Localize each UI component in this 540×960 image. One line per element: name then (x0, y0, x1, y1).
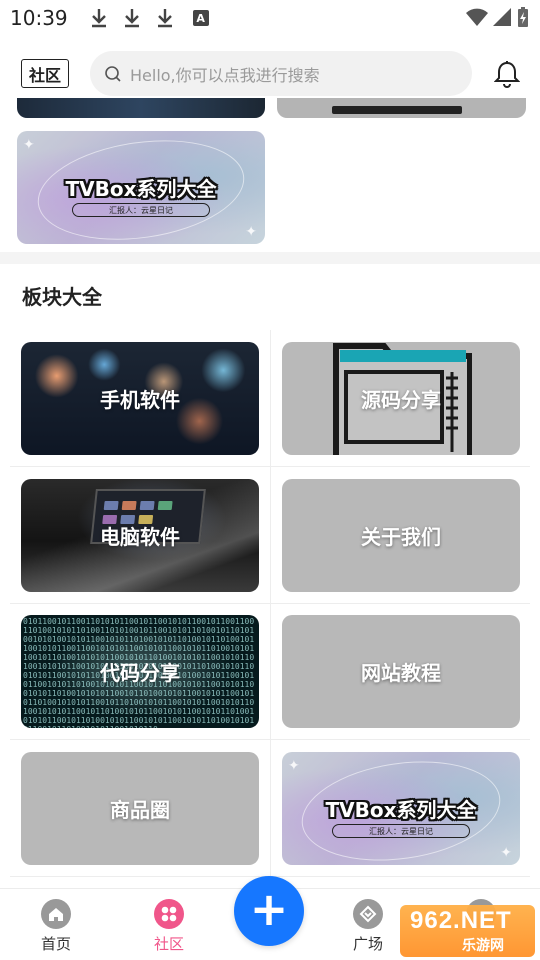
watermark-bottom: 乐游网 (462, 938, 504, 954)
nav-home-label: 首页 (40, 935, 71, 953)
square-icon (353, 899, 383, 929)
board-source-code[interactable]: 源码分享 (282, 342, 520, 455)
search-placeholder: Hello,你可以点我进行搜索 (130, 65, 320, 85)
download-icon (123, 8, 141, 28)
banner-card-partial[interactable] (17, 98, 265, 118)
boards-grid: 手机软件 源码分享 电脑软件 关于我们 01011001011001101010… (0, 330, 540, 880)
banner-title: TVBox系列大全 (65, 177, 217, 201)
battery-icon (518, 7, 528, 27)
wifi-icon (466, 8, 488, 26)
section-divider (0, 252, 540, 264)
tvbox-banner-card[interactable]: ✦ ✦ TVBox系列大全 汇报人：云星日记 (17, 131, 265, 244)
board-about-us[interactable]: 关于我们 (282, 479, 520, 592)
board-label: 网站教程 (361, 661, 441, 685)
board-mobile-software[interactable]: 手机软件 (21, 342, 259, 455)
board-label: 商品圈 (110, 798, 170, 822)
search-input[interactable]: Hello,你可以点我进行搜索 (90, 51, 472, 96)
community-tab-label[interactable]: 社区 (21, 59, 69, 88)
header: 社区 Hello,你可以点我进行搜索 (0, 50, 540, 98)
sparkle-icon: ✦ (288, 758, 300, 774)
search-icon (105, 65, 121, 82)
board-label: 电脑软件 (100, 525, 180, 549)
sparkle-icon: ✦ (245, 224, 257, 240)
status-bar: 10:39 A (0, 0, 540, 36)
community-icon (154, 899, 184, 929)
bell-icon[interactable] (493, 60, 521, 88)
sparkle-icon: ✦ (500, 845, 512, 861)
nav-home[interactable]: 首页 (26, 899, 86, 954)
nav-community[interactable]: 社区 (139, 899, 199, 954)
nav-community-label: 社区 (153, 935, 184, 953)
board-code-share[interactable]: 0101100101100110101011001011001010110010… (21, 615, 259, 728)
banner-card-partial[interactable] (277, 98, 526, 118)
board-pc-software[interactable]: 电脑软件 (21, 479, 259, 592)
plus-icon: + (249, 882, 289, 936)
app-notification-icon: A (192, 10, 209, 26)
nav-square-label: 广场 (352, 935, 383, 953)
board-subtitle: 汇报人：云星日记 (332, 824, 470, 838)
banner-area: ✦ ✦ TVBox系列大全 汇报人：云星日记 (0, 98, 540, 250)
add-post-button[interactable]: + (234, 876, 304, 946)
board-website-tutorial[interactable]: 网站教程 (282, 615, 520, 728)
board-product-circle[interactable]: 商品圈 (21, 752, 259, 865)
download-icon (90, 8, 108, 28)
banner-subtitle: 汇报人：云星日记 (72, 203, 210, 217)
sparkle-icon: ✦ (23, 137, 35, 153)
signal-icon (493, 8, 511, 26)
home-icon (41, 899, 71, 929)
board-label: TVBox系列大全 (325, 798, 477, 822)
board-label: 关于我们 (361, 525, 441, 549)
status-time: 10:39 (10, 6, 68, 30)
board-label: 代码分享 (100, 661, 180, 685)
board-label: 手机软件 (100, 388, 180, 412)
nav-square[interactable]: 广场 (338, 899, 398, 954)
section-title: 板块大全 (22, 285, 102, 309)
board-tvbox-collection[interactable]: ✦ ✦ TVBox系列大全 汇报人：云星日记 (282, 752, 520, 865)
download-icon (156, 8, 174, 28)
site-watermark: 962.NET 乐游网 (400, 905, 535, 957)
watermark-top: 962.NET (410, 907, 512, 934)
app-notification-badge: A (196, 11, 205, 25)
board-label: 源码分享 (361, 388, 441, 412)
status-indicators (466, 6, 530, 28)
